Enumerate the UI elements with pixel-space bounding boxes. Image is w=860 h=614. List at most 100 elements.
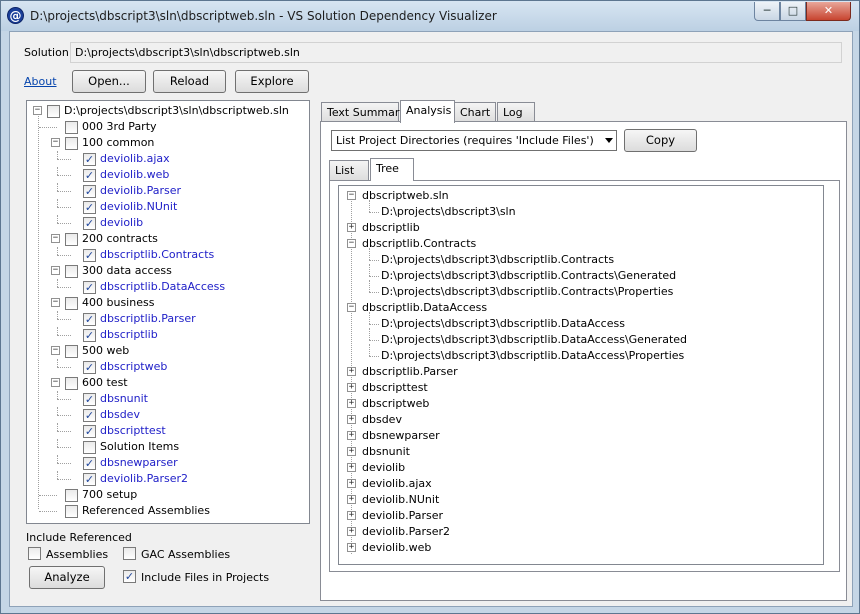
analysis-tree-node[interactable]: + dbscriptweb <box>339 396 819 412</box>
tree-checkbox[interactable]: ✓ <box>83 361 96 374</box>
tree-root[interactable]: − D:\projects\dbscript3\sln\dbscriptweb.s… <box>27 103 307 119</box>
include-files-checkbox[interactable]: ✓ <box>123 570 136 583</box>
tree-checkbox[interactable] <box>65 121 78 134</box>
expand-toggle-icon[interactable]: + <box>347 367 356 376</box>
analysis-tree-node[interactable]: + deviolib.ajax <box>339 476 819 492</box>
close-button[interactable]: ✕ <box>806 2 851 21</box>
collapse-toggle-icon[interactable]: − <box>347 239 356 248</box>
tree-checkbox[interactable] <box>65 505 78 518</box>
analysis-tree-leaf[interactable]: D:\projects\dbscript3\sln <box>339 200 819 220</box>
expand-toggle-icon[interactable]: + <box>347 399 356 408</box>
tree-checkbox[interactable]: ✓ <box>83 393 96 406</box>
expand-toggle-icon[interactable]: + <box>347 431 356 440</box>
gac-assemblies-checkbox[interactable] <box>123 547 136 560</box>
tree-checkbox[interactable] <box>65 377 78 390</box>
expand-toggle-icon[interactable]: + <box>347 495 356 504</box>
collapse-toggle-icon[interactable]: − <box>51 234 60 243</box>
expand-toggle-icon[interactable]: + <box>347 527 356 536</box>
solution-path-field[interactable]: D:\projects\dbscript3\sln\dbscriptweb.sl… <box>70 42 842 63</box>
tree-checkbox[interactable]: ✓ <box>83 201 96 214</box>
tree-project[interactable]: ✓ dbsdev <box>27 407 307 423</box>
expand-toggle-icon[interactable]: + <box>347 383 356 392</box>
analysis-tree-node[interactable]: + deviolib.NUnit <box>339 492 819 508</box>
collapse-toggle-icon[interactable]: − <box>51 378 60 387</box>
analysis-tree-node[interactable]: − dbscriptlib.Contracts <box>339 236 819 252</box>
tree-project[interactable]: ✓ dbscriptlib.Parser <box>27 311 307 327</box>
tree-checkbox[interactable]: ✓ <box>83 281 96 294</box>
analysis-tree-leaf[interactable]: D:\projects\dbscript3\dbscriptlib.DataAc… <box>339 344 819 364</box>
analysis-tree-node[interactable]: + dbsdev <box>339 412 819 428</box>
tree-group[interactable]: − 500 web <box>27 343 307 359</box>
collapse-toggle-icon[interactable]: − <box>51 298 60 307</box>
tree-group[interactable]: − 600 test <box>27 375 307 391</box>
analysis-tree-node[interactable]: + dbscriptlib <box>339 220 819 236</box>
expand-toggle-icon[interactable]: + <box>347 463 356 472</box>
tree-project[interactable]: ✓ dbscriptlib.DataAccess <box>27 279 307 295</box>
expand-toggle-icon[interactable]: + <box>347 511 356 520</box>
collapse-toggle-icon[interactable]: − <box>347 303 356 312</box>
tree-checkbox[interactable]: ✓ <box>83 153 96 166</box>
minimize-button[interactable]: ─ <box>754 2 780 21</box>
tree-project[interactable]: ✓ dbscriptlib <box>27 327 307 343</box>
tree-project[interactable]: ✓ deviolib.web <box>27 167 307 183</box>
maximize-button[interactable]: □ <box>780 2 806 21</box>
tree-project[interactable]: ✓ dbsnewparser <box>27 455 307 471</box>
project-tree-panel[interactable]: − D:\projects\dbscript3\sln\dbscriptweb.s… <box>26 100 310 524</box>
expand-toggle-icon[interactable]: + <box>347 415 356 424</box>
tree-group[interactable]: 700 setup <box>27 487 307 503</box>
analysis-tree-view[interactable]: − dbscriptweb.sln D:\projects\dbscript3\sl… <box>338 185 824 565</box>
tree-checkbox[interactable]: ✓ <box>83 249 96 262</box>
tree-checkbox[interactable] <box>65 137 78 150</box>
open-button[interactable]: Open... <box>72 70 146 93</box>
tab-chart[interactable]: Chart <box>454 102 496 123</box>
tree-checkbox[interactable]: ✓ <box>83 169 96 182</box>
tree-checkbox[interactable]: ✓ <box>83 217 96 230</box>
about-link[interactable]: About <box>24 75 57 88</box>
analysis-tree-node[interactable]: + dbsnunit <box>339 444 819 460</box>
analysis-tree-leaf[interactable]: D:\projects\dbscript3\dbscriptlib.DataAc… <box>339 312 819 332</box>
analysis-type-dropdown[interactable]: List Project Directories (requires 'Incl… <box>331 130 617 151</box>
tree-checkbox[interactable]: ✓ <box>83 329 96 342</box>
analysis-tree-node[interactable]: + deviolib.web <box>339 540 819 556</box>
analysis-tree-node[interactable]: + dbscriptlib.Parser <box>339 364 819 380</box>
analysis-tree-node[interactable]: + dbsnewparser <box>339 428 819 444</box>
analysis-tree-node[interactable]: + deviolib.Parser2 <box>339 524 819 540</box>
expand-toggle-icon[interactable]: + <box>347 479 356 488</box>
expand-toggle-icon[interactable]: + <box>347 447 356 456</box>
chevron-down-icon[interactable] <box>605 138 613 143</box>
tree-checkbox[interactable] <box>65 489 78 502</box>
expand-toggle-icon[interactable]: + <box>347 223 356 232</box>
analysis-tree-leaf[interactable]: D:\projects\dbscript3\dbscriptlib.Contra… <box>339 280 819 300</box>
expand-toggle-icon[interactable]: + <box>347 543 356 552</box>
assemblies-checkbox[interactable] <box>28 547 41 560</box>
tree-checkbox[interactable] <box>47 105 60 118</box>
tree-checkbox[interactable]: ✓ <box>83 185 96 198</box>
collapse-toggle-icon[interactable]: − <box>33 106 42 115</box>
tree-project[interactable]: ✓ deviolib <box>27 215 307 231</box>
analysis-tree-node[interactable]: + deviolib.Parser <box>339 508 819 524</box>
tree-checkbox[interactable] <box>65 297 78 310</box>
analysis-tree-node[interactable]: − dbscriptlib.DataAccess <box>339 300 819 316</box>
tree-checkbox[interactable] <box>83 441 96 454</box>
collapse-toggle-icon[interactable]: − <box>51 266 60 275</box>
tree-group[interactable]: − 100 common <box>27 135 307 151</box>
explore-button[interactable]: Explore <box>235 70 309 93</box>
analysis-tree-node[interactable]: + dbscripttest <box>339 380 819 396</box>
tree-checkbox[interactable] <box>65 265 78 278</box>
tree-group[interactable]: − 300 data access <box>27 263 307 279</box>
analysis-tree-node[interactable]: − dbscriptweb.sln <box>339 188 819 204</box>
analysis-tree-leaf[interactable]: D:\projects\dbscript3\dbscriptlib.DataAc… <box>339 328 819 348</box>
analysis-tree-leaf[interactable]: D:\projects\dbscript3\dbscriptlib.Contra… <box>339 248 819 268</box>
collapse-toggle-icon[interactable]: − <box>347 191 356 200</box>
analysis-tree-leaf[interactable]: D:\projects\dbscript3\dbscriptlib.Contra… <box>339 264 819 284</box>
collapse-toggle-icon[interactable]: − <box>51 346 60 355</box>
tree-group[interactable]: − 200 contracts <box>27 231 307 247</box>
tree-project[interactable]: Solution Items <box>27 439 307 455</box>
analyze-button[interactable]: Analyze <box>29 566 105 589</box>
tree-checkbox[interactable]: ✓ <box>83 409 96 422</box>
tree-checkbox[interactable] <box>65 345 78 358</box>
tree-checkbox[interactable]: ✓ <box>83 313 96 326</box>
tree-project[interactable]: ✓ dbscriptlib.Contracts <box>27 247 307 263</box>
tree-project[interactable]: ✓ deviolib.Parser2 <box>27 471 307 487</box>
subtab-tree[interactable]: Tree <box>370 158 414 181</box>
